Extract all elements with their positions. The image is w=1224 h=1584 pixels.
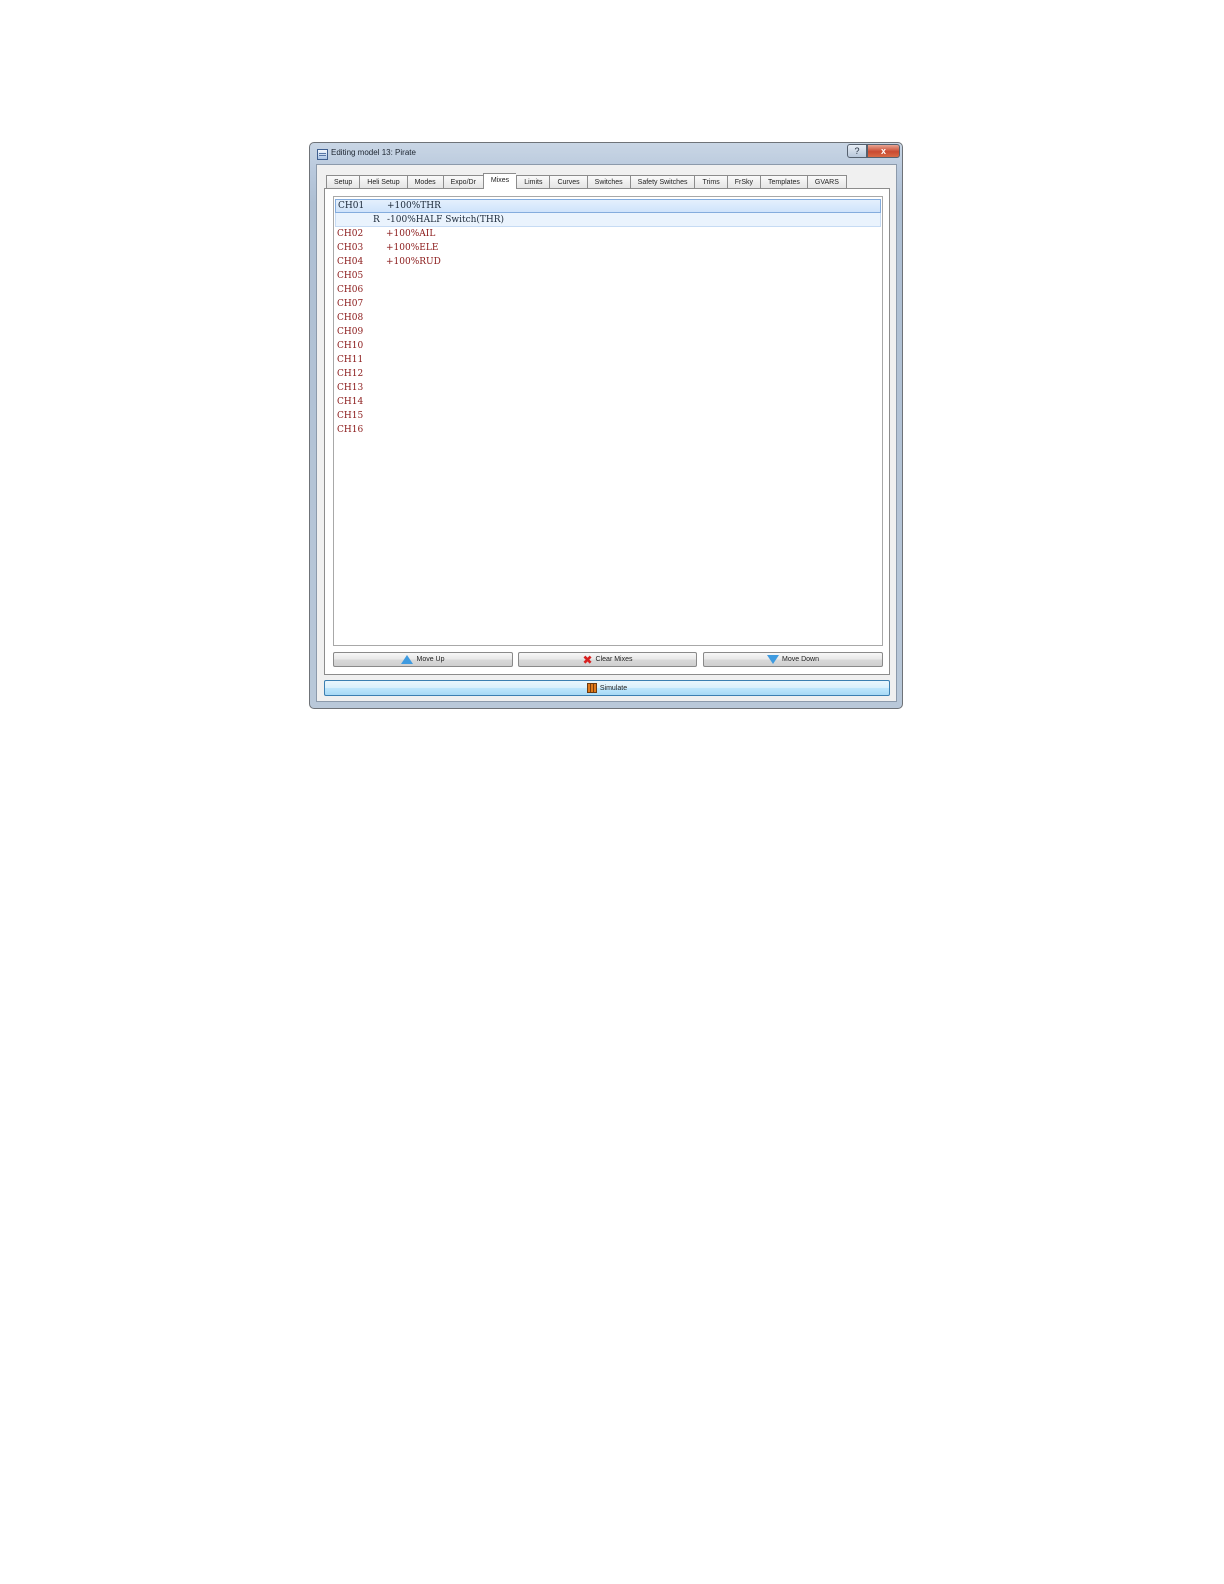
tab-bar: Setup Heli Setup Modes Expo/Dr Mixes Limits Cu…	[326, 173, 847, 189]
app-icon	[317, 149, 328, 160]
tab-trims[interactable]: Trims	[694, 175, 727, 189]
tab-limits[interactable]: Limits	[516, 175, 550, 189]
mix-row[interactable]: CH01 +100%THR	[335, 199, 881, 213]
mix-description: +100%THR	[387, 201, 441, 211]
tab-expo-dr[interactable]: Expo/Dr	[442, 175, 483, 189]
tab-templates[interactable]: Templates	[760, 175, 807, 189]
mix-row[interactable]: CH11	[335, 353, 881, 367]
tab-gvars[interactable]: GVARS	[806, 175, 847, 189]
mix-channel: CH02	[337, 229, 364, 239]
mix-channel: CH11	[337, 355, 364, 365]
mix-row[interactable]: CH03 +100%ELE	[335, 241, 881, 255]
simulate-button[interactable]: Simulate	[324, 680, 890, 696]
mix-row[interactable]: CH10	[335, 339, 881, 353]
mix-row[interactable]: CH02 +100%AIL	[335, 227, 881, 241]
mix-channel: CH01	[338, 201, 365, 211]
mix-description: -100%HALF Switch(THR)	[387, 215, 505, 225]
mix-flag: R	[373, 215, 380, 225]
mix-description: +100%AIL	[386, 229, 436, 239]
mix-row[interactable]: CH08	[335, 311, 881, 325]
mix-description: +100%ELE	[386, 243, 439, 253]
simulate-label: Simulate	[599, 684, 628, 692]
mix-channel: CH04	[337, 257, 364, 267]
mix-row[interactable]: CH06	[335, 283, 881, 297]
mix-row[interactable]: CH14	[335, 395, 881, 409]
tab-safety-switches[interactable]: Safety Switches	[629, 175, 695, 189]
title-bar[interactable]: Editing model 13: Pirate ? x	[310, 143, 902, 163]
mix-row[interactable]: CH07	[335, 297, 881, 311]
down-arrow-icon	[767, 655, 780, 664]
mix-channel: CH08	[337, 313, 364, 323]
tab-modes[interactable]: Modes	[406, 175, 443, 189]
mix-channel: CH05	[337, 271, 364, 281]
tab-switches[interactable]: Switches	[586, 175, 630, 189]
mix-row[interactable]: CH12	[335, 367, 881, 381]
mix-list[interactable]: CH01 +100%THR R -100%HALF Switch(THR) CH02 +1…	[333, 196, 883, 646]
move-up-label: Move Up	[416, 656, 445, 663]
up-arrow-icon	[401, 655, 414, 664]
mixes-tab-page: CH01 +100%THR R -100%HALF Switch(THR) CH02 +1…	[324, 188, 890, 675]
clear-mixes-button[interactable]: ✖ Clear Mixes	[518, 652, 697, 667]
mix-channel: CH09	[337, 327, 364, 337]
mix-channel: CH13	[337, 383, 364, 393]
mix-row[interactable]: CH09	[335, 325, 881, 339]
window-title: Editing model 13: Pirate	[331, 148, 416, 157]
move-up-button[interactable]: Move Up	[333, 652, 513, 667]
tab-mixes[interactable]: Mixes	[482, 173, 517, 189]
mix-row[interactable]: CH13	[335, 381, 881, 395]
mix-channel: CH12	[337, 369, 364, 379]
tab-setup[interactable]: Setup	[326, 175, 360, 189]
close-button[interactable]: x	[867, 144, 900, 158]
model-editor-window: Editing model 13: Pirate ? x Setup Heli S…	[309, 142, 903, 709]
move-down-button[interactable]: Move Down	[703, 652, 883, 667]
tab-heli-setup[interactable]: Heli Setup	[359, 175, 407, 189]
mix-row[interactable]: CH15	[335, 409, 881, 423]
mix-channel: CH10	[337, 341, 364, 351]
mix-row[interactable]: R -100%HALF Switch(THR)	[335, 213, 881, 227]
mix-row[interactable]: CH05	[335, 269, 881, 283]
mix-channel: CH06	[337, 285, 364, 295]
mix-channel: CH14	[337, 397, 364, 407]
mix-channel: CH03	[337, 243, 364, 253]
red-x-icon: ✖	[582, 652, 593, 667]
dialog-body: Setup Heli Setup Modes Expo/Dr Mixes Limits Cu…	[316, 164, 897, 702]
mix-channel: CH16	[337, 425, 364, 435]
mix-row[interactable]: CH04 +100%RUD	[335, 255, 881, 269]
simulator-icon	[586, 683, 597, 693]
mix-channel: CH15	[337, 411, 364, 421]
mix-row[interactable]: CH16	[335, 423, 881, 437]
clear-mixes-label: Clear Mixes	[595, 656, 633, 663]
tab-curves[interactable]: Curves	[549, 175, 587, 189]
mix-description: +100%RUD	[386, 257, 441, 267]
mix-channel: CH07	[337, 299, 364, 309]
help-button[interactable]: ?	[847, 144, 867, 158]
move-down-label: Move Down	[782, 656, 819, 663]
tab-frsky[interactable]: FrSky	[726, 175, 760, 189]
